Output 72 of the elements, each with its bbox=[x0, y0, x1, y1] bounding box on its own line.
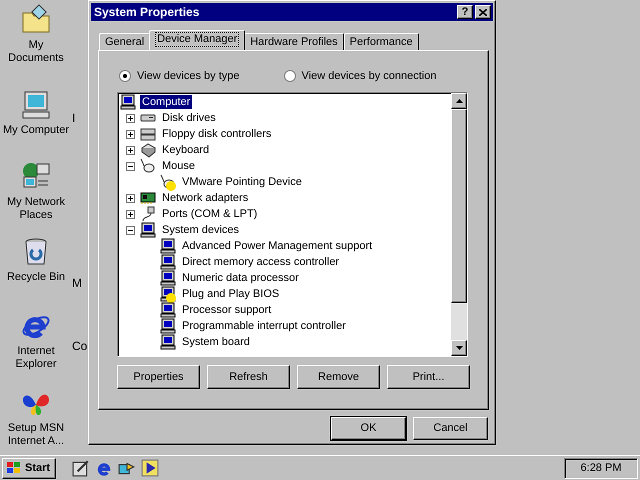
network-card-icon bbox=[140, 190, 156, 206]
computer-icon bbox=[160, 318, 176, 334]
computer-icon bbox=[160, 302, 176, 318]
background-window-text: I bbox=[72, 112, 76, 125]
tab[interactable]: Hardware Profiles bbox=[244, 33, 344, 50]
start-button[interactable]: Start bbox=[2, 458, 56, 478]
mouse-icon bbox=[140, 158, 156, 174]
desktop-icon-label[interactable]: My Computer bbox=[0, 124, 72, 137]
window-title: System Properties bbox=[94, 4, 200, 21]
close-button[interactable] bbox=[475, 5, 491, 19]
drive-icon bbox=[140, 126, 156, 142]
radio-label[interactable]: View devices by connection bbox=[302, 68, 436, 84]
tree-item[interactable]: Ports (COM & LPT) bbox=[160, 207, 260, 221]
background-window-text: M bbox=[72, 277, 83, 290]
computer-icon bbox=[160, 270, 176, 286]
collapse-icon[interactable] bbox=[126, 226, 134, 234]
radio-label[interactable]: View devices by type bbox=[137, 68, 240, 84]
tree-item[interactable]: Mouse bbox=[160, 159, 198, 173]
tree-item[interactable]: Computer bbox=[140, 95, 192, 109]
computer-icon bbox=[140, 222, 156, 238]
tree-item[interactable]: VMware Pointing Device bbox=[180, 175, 304, 189]
expand-icon[interactable] bbox=[126, 146, 134, 154]
tree-item[interactable]: Floppy disk controllers bbox=[160, 127, 274, 141]
tree-item[interactable]: Numeric data processor bbox=[180, 271, 301, 285]
play-icon[interactable] bbox=[141, 459, 159, 477]
dialog-button[interactable]: Cancel bbox=[413, 417, 488, 440]
computer-icon bbox=[120, 94, 136, 110]
tree-item[interactable]: System board bbox=[180, 335, 252, 349]
computer-icon bbox=[160, 254, 176, 270]
background-window-text: Co bbox=[72, 340, 88, 353]
collapse-icon[interactable] bbox=[126, 162, 134, 170]
computer-icon bbox=[160, 334, 176, 350]
tree-item[interactable]: Plug and Play BIOS bbox=[180, 287, 282, 301]
computer-icon bbox=[20, 89, 52, 121]
tab[interactable]: Performance bbox=[344, 33, 419, 50]
close-icon bbox=[479, 8, 487, 16]
radio-button[interactable] bbox=[284, 70, 296, 82]
up-arrow-icon bbox=[456, 99, 462, 103]
tree-item[interactable]: Programmable interrupt controller bbox=[180, 319, 348, 333]
tree-item[interactable]: Disk drives bbox=[160, 111, 218, 125]
scrollbar[interactable] bbox=[451, 93, 467, 356]
expand-icon[interactable] bbox=[126, 130, 134, 138]
tree-item[interactable]: Direct memory access controller bbox=[180, 255, 342, 269]
windows-flag-icon bbox=[6, 461, 22, 475]
dialog-button[interactable]: Remove bbox=[297, 365, 380, 389]
dialog-button[interactable]: OK bbox=[331, 417, 406, 440]
expand-icon[interactable] bbox=[126, 194, 134, 202]
down-arrow-icon bbox=[456, 346, 462, 350]
expand-icon[interactable] bbox=[126, 114, 134, 122]
tree-item[interactable]: Advanced Power Management support bbox=[180, 239, 374, 253]
dialog-button[interactable]: Print... bbox=[387, 365, 470, 389]
scroll-thumb[interactable] bbox=[451, 109, 467, 303]
dialog-button[interactable]: Refresh bbox=[207, 365, 290, 389]
plug-icon bbox=[140, 206, 156, 222]
clock: 6:28 PM bbox=[580, 460, 622, 476]
tree-item[interactable]: System devices bbox=[160, 223, 242, 237]
tab[interactable]: Device Manager bbox=[149, 30, 246, 50]
desktop-icon-label[interactable]: Recycle Bin bbox=[0, 271, 72, 284]
expand-icon[interactable] bbox=[126, 210, 134, 218]
desktop-icon-label[interactable]: My Documents bbox=[0, 39, 72, 65]
desktop-icon-label[interactable]: Setup MSN Internet A... bbox=[0, 422, 72, 448]
computer-icon bbox=[160, 238, 176, 254]
desktop-icon-label[interactable]: Internet Explorer bbox=[0, 345, 72, 371]
desktop-icon-label[interactable]: My Network Places bbox=[0, 196, 72, 222]
desktop-pencil-icon[interactable] bbox=[72, 459, 90, 477]
tree-item[interactable]: Processor support bbox=[180, 303, 274, 317]
tab[interactable]: General bbox=[99, 33, 150, 50]
radio-button[interactable] bbox=[119, 70, 131, 82]
tree-item[interactable]: Keyboard bbox=[160, 143, 212, 157]
dialog-button[interactable]: Properties bbox=[117, 365, 200, 389]
help-button[interactable]: ? bbox=[457, 5, 473, 19]
tree-item[interactable]: Network adapters bbox=[160, 191, 250, 205]
